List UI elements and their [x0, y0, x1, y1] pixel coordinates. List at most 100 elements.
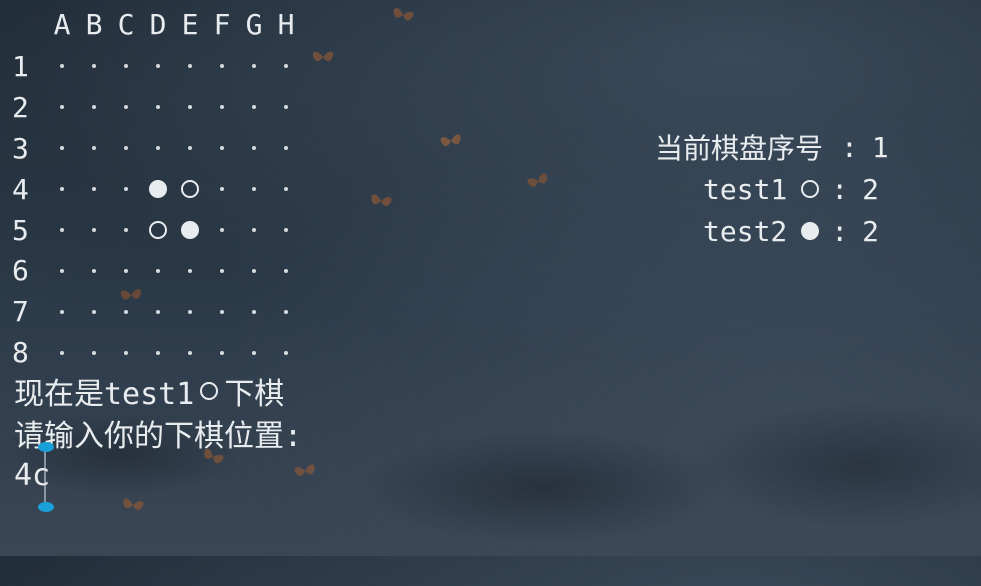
board-cells: [46, 173, 302, 205]
row-label: 2: [12, 90, 29, 124]
board-cell: [174, 132, 206, 164]
white-stone-icon: [181, 180, 199, 199]
terminal-input-line[interactable]: 4c: [14, 454, 302, 496]
empty-point-icon: [124, 64, 128, 69]
empty-point-icon: [124, 187, 128, 192]
empty-point-icon: [188, 309, 192, 314]
board-cells: [46, 296, 302, 328]
score-colon: :: [831, 172, 849, 206]
board-cell: [238, 173, 270, 205]
empty-point-icon: [220, 187, 224, 192]
empty-point-icon: [252, 187, 256, 192]
board-cell: [206, 296, 238, 328]
empty-point-icon: [284, 146, 288, 151]
board-row: 2: [12, 87, 312, 128]
board-cell: [110, 91, 142, 123]
player-score-line: test1 : 2: [655, 168, 889, 210]
empty-point-icon: [188, 105, 192, 110]
empty-point-icon: [252, 64, 256, 69]
empty-point-icon: [92, 350, 96, 355]
empty-point-icon: [284, 309, 288, 314]
player-name: test2: [703, 214, 788, 248]
board-cell: [206, 50, 238, 82]
black-stone-icon: [149, 180, 167, 199]
turn-suffix: 下棋: [224, 377, 285, 412]
empty-point-icon: [156, 146, 160, 151]
board-cell: [174, 337, 206, 369]
empty-point-icon: [252, 228, 256, 232]
empty-point-icon: [124, 228, 128, 232]
column-label: A: [53, 8, 71, 41]
row-label: 5: [12, 213, 29, 247]
board-cell: [270, 132, 302, 164]
black-stone-icon: [181, 221, 199, 239]
white-stone-icon: [801, 180, 820, 198]
board-number-colon: :: [841, 130, 858, 164]
board-cell: [206, 214, 238, 246]
empty-point-icon: [60, 64, 64, 69]
board-number-value: 1: [871, 130, 889, 164]
empty-point-icon: [284, 228, 288, 232]
row-label: 1: [12, 49, 29, 83]
status-panel: 当前棋盘序号 : 1 test1 : 2 test2 : 2: [655, 126, 889, 252]
player-score: 2: [862, 214, 880, 248]
empty-point-icon: [92, 268, 96, 273]
empty-point-icon: [188, 146, 192, 151]
board-cell: [78, 337, 110, 369]
board-row: 1: [12, 46, 312, 87]
column-label: H: [277, 8, 295, 41]
empty-point-icon: [284, 187, 288, 192]
board-cell: [174, 255, 206, 287]
board-cell: [110, 173, 142, 205]
empty-point-icon: [92, 146, 96, 151]
board-cell: [110, 132, 142, 164]
empty-point-icon: [124, 268, 128, 273]
empty-point-icon: [156, 268, 160, 273]
board-cell: [174, 50, 206, 82]
board-cell: [46, 255, 78, 287]
board-cell: [110, 255, 142, 287]
column-label: F: [213, 8, 231, 41]
player-piece-icon: [799, 222, 821, 240]
board-cell: [142, 132, 174, 164]
board-row: 3: [12, 128, 312, 169]
board-cell: [206, 255, 238, 287]
empty-point-icon: [252, 105, 256, 110]
board-cell: [78, 173, 110, 205]
terminal-window[interactable]: A B C D E F G H 1 2 3 4 5 6 7 8 当前棋盘序号 : 1 test…: [0, 0, 981, 556]
board-row: 5: [12, 210, 312, 251]
empty-point-icon: [220, 309, 224, 314]
board-cell: [238, 50, 270, 82]
empty-point-icon: [156, 350, 160, 355]
board-cells: [46, 214, 302, 246]
empty-point-icon: [156, 309, 160, 314]
empty-point-icon: [188, 350, 192, 355]
column-label: B: [85, 8, 103, 41]
empty-point-icon: [220, 350, 224, 355]
cursor-handle-bottom: [38, 502, 54, 512]
board-cell: [78, 255, 110, 287]
board-cell: [78, 50, 110, 82]
board-cell: [110, 337, 142, 369]
row-label: 3: [12, 131, 29, 165]
board-cell: [142, 337, 174, 369]
empty-point-icon: [92, 228, 96, 232]
cursor-handle-top: [38, 442, 54, 452]
row-label: 4: [12, 172, 29, 206]
empty-point-icon: [252, 309, 256, 314]
empty-point-icon: [284, 350, 288, 355]
board-cell: [46, 337, 78, 369]
board-cell: [238, 214, 270, 246]
board-cell: [110, 214, 142, 246]
board-cell: [238, 91, 270, 123]
empty-point-icon: [284, 64, 288, 69]
prompt-area: 现在是test1 下棋 请输入你的下棋位置: 4c: [14, 370, 302, 496]
empty-point-icon: [60, 187, 64, 192]
empty-point-icon: [124, 350, 128, 355]
board-cell: [174, 296, 206, 328]
black-stone-icon: [801, 222, 820, 240]
board-cell: [270, 214, 302, 246]
empty-point-icon: [220, 105, 224, 110]
board-cell: [78, 296, 110, 328]
empty-point-icon: [188, 64, 192, 69]
